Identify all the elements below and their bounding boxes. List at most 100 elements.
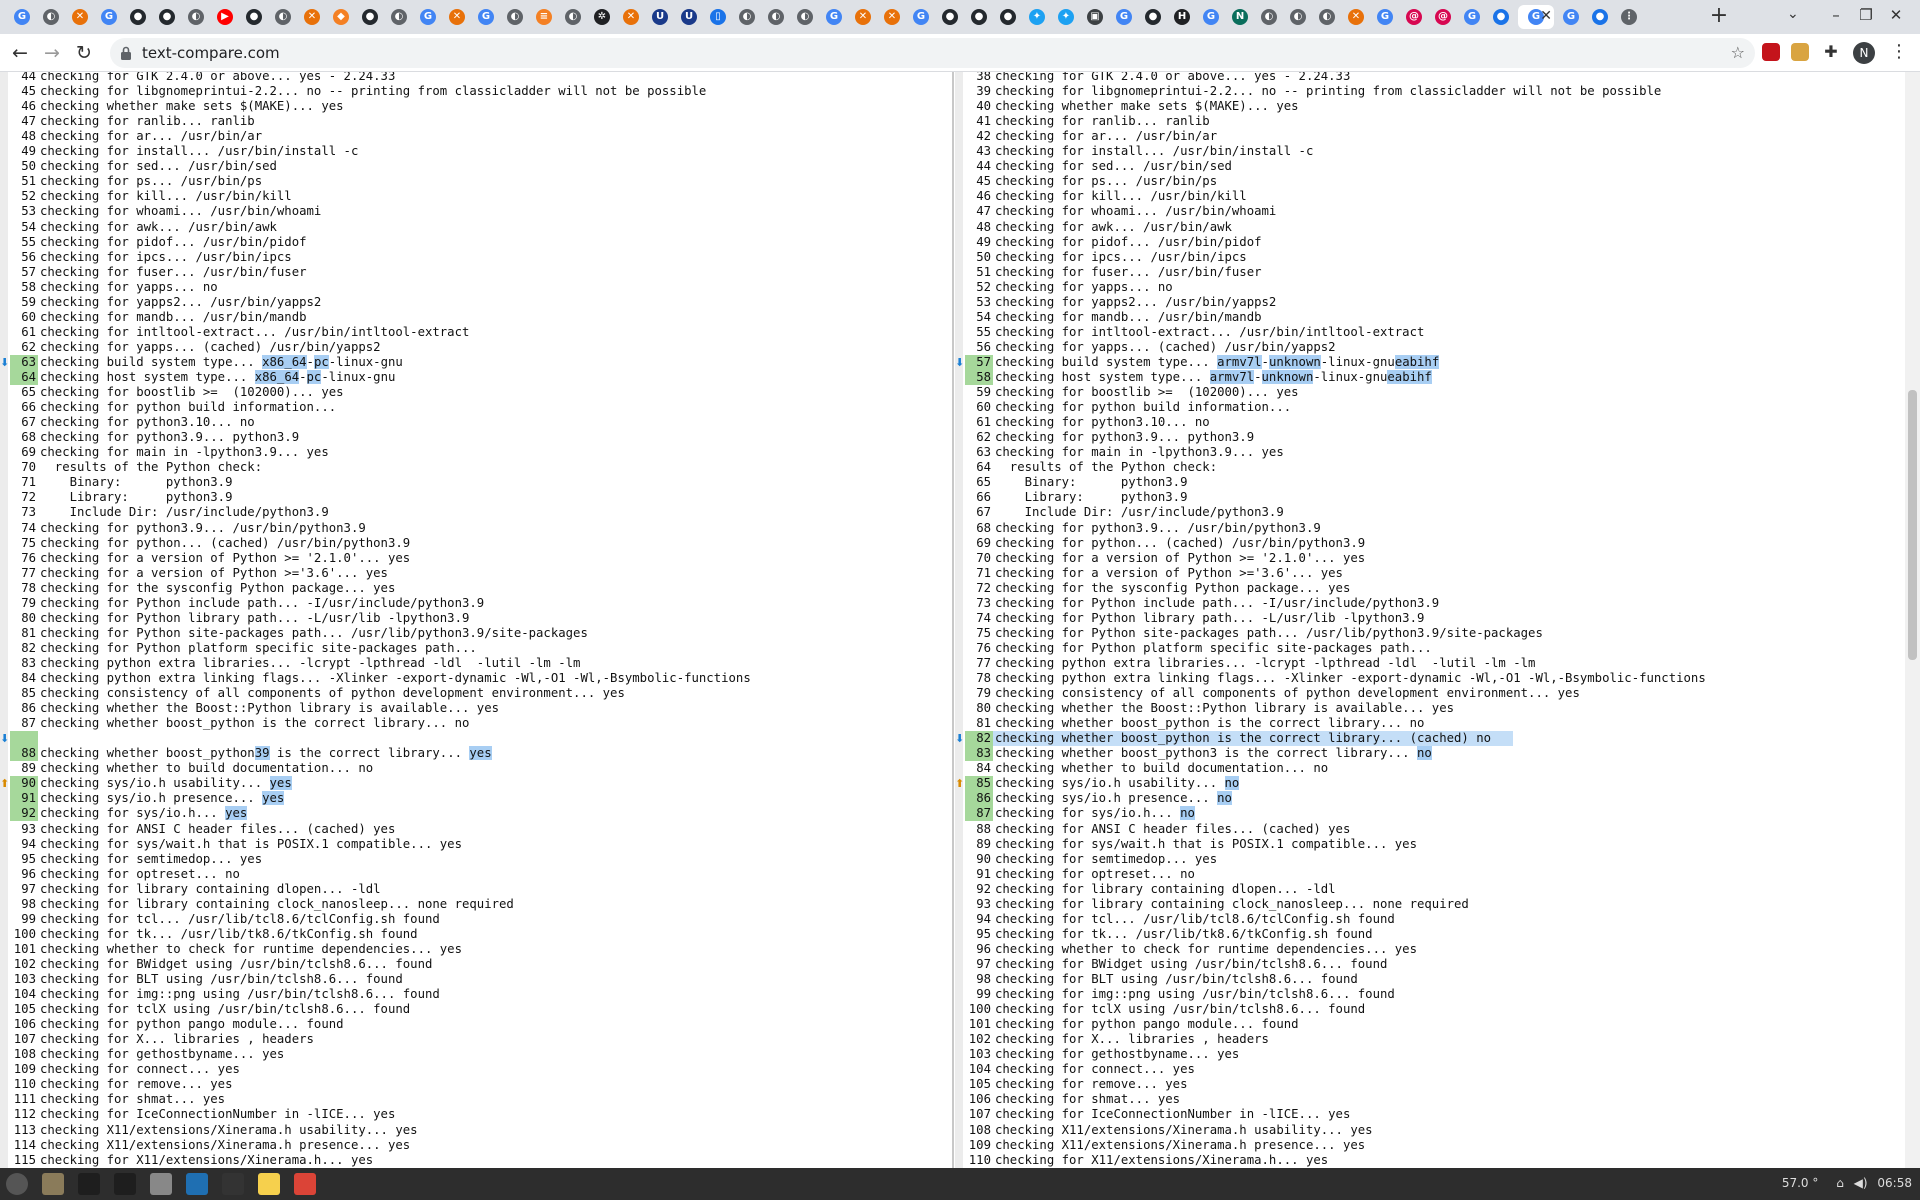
notes-icon[interactable] xyxy=(258,1173,280,1195)
tab[interactable]: ● xyxy=(1588,5,1612,29)
terminal-icon[interactable] xyxy=(78,1173,100,1195)
volume-icon[interactable]: ◀) xyxy=(1854,1176,1868,1190)
tab[interactable]: ● xyxy=(996,5,1020,29)
right-text-pane[interactable]: 38 checking for GTK 2.4.0 or above... yes… xyxy=(965,72,1905,1168)
terminal-icon[interactable] xyxy=(114,1173,136,1195)
tab[interactable]: ▶ xyxy=(213,5,237,29)
tab[interactable]: ⋮ xyxy=(1617,5,1641,29)
tab[interactable]: ◐ xyxy=(1315,5,1339,29)
tab[interactable]: ◐ xyxy=(1286,5,1310,29)
terminal-icon[interactable] xyxy=(222,1173,244,1195)
line-number: 109 xyxy=(13,1062,36,1077)
tab[interactable]: ● xyxy=(967,5,991,29)
tab[interactable]: ✕ xyxy=(300,5,324,29)
new-tab-button[interactable]: + xyxy=(1707,5,1731,29)
puzzle-icon[interactable]: ✚ xyxy=(1822,43,1840,61)
reload-icon[interactable]: ↻ xyxy=(72,41,96,65)
tab[interactable]: G xyxy=(97,5,121,29)
tab[interactable]: ▯ xyxy=(706,5,730,29)
tab[interactable]: G xyxy=(10,5,34,29)
tab[interactable]: G xyxy=(822,5,846,29)
tab[interactable]: G xyxy=(474,5,498,29)
tab[interactable]: ✕ xyxy=(445,5,469,29)
previous-change-arrow-icon[interactable]: ⬆ xyxy=(955,778,964,790)
menu-icon[interactable]: ⋮ xyxy=(1890,41,1908,62)
line-text: checking for python3.9... python3.9 xyxy=(995,430,1255,445)
tab[interactable]: ✦ xyxy=(1025,5,1049,29)
tab[interactable]: G xyxy=(1559,5,1583,29)
tab[interactable]: U xyxy=(677,5,701,29)
tab[interactable]: ✕ xyxy=(68,5,92,29)
restore-icon[interactable]: ❐ xyxy=(1856,6,1876,24)
clock[interactable]: 06:58 xyxy=(1877,1176,1912,1190)
address-bar[interactable]: text-compare.com ☆ xyxy=(110,38,1755,68)
tab[interactable]: ● xyxy=(1489,5,1513,29)
diff-highlight: 39 xyxy=(254,746,270,761)
lock-icon[interactable] xyxy=(120,46,132,60)
tab[interactable]: ● xyxy=(938,5,962,29)
next-change-arrow-icon[interactable]: ⬇ xyxy=(0,733,9,745)
tab[interactable]: ◐ xyxy=(764,5,788,29)
extension-icon[interactable] xyxy=(1762,43,1780,61)
tab[interactable]: @ xyxy=(1431,5,1455,29)
tab[interactable]: G xyxy=(1112,5,1136,29)
tab[interactable]: ✕ xyxy=(1344,5,1368,29)
bookmark-star-icon[interactable]: ☆ xyxy=(1731,43,1745,62)
tab[interactable]: ◐ xyxy=(1257,5,1281,29)
tab[interactable]: ◐ xyxy=(184,5,208,29)
tab-search-icon[interactable]: ⌄ xyxy=(1787,6,1799,22)
tab[interactable]: G xyxy=(416,5,440,29)
next-change-arrow-icon[interactable]: ⬇ xyxy=(955,356,964,369)
previous-change-arrow-icon[interactable]: ⬆ xyxy=(0,778,9,790)
calculator-icon[interactable] xyxy=(150,1173,172,1195)
tab[interactable]: ≡ xyxy=(532,5,556,29)
tab[interactable]: ◐ xyxy=(561,5,585,29)
tab[interactable]: ✕ xyxy=(880,5,904,29)
chrome-icon[interactable] xyxy=(294,1173,316,1195)
close-tab-icon[interactable]: ✕ xyxy=(1540,8,1552,24)
tab[interactable]: ◆ xyxy=(329,5,353,29)
forward-icon[interactable]: → xyxy=(40,41,64,65)
tab[interactable]: ◐ xyxy=(793,5,817,29)
extension-icon[interactable] xyxy=(1791,43,1809,61)
start-menu-icon[interactable] xyxy=(6,1173,28,1195)
scrollbar-thumb[interactable] xyxy=(1908,390,1917,660)
tab[interactable]: G xyxy=(1460,5,1484,29)
line-text: checking for install... /usr/bin/install… xyxy=(40,144,359,159)
vertical-scrollbar[interactable] xyxy=(1905,72,1920,1168)
avatar[interactable]: N xyxy=(1853,42,1875,64)
close-window-icon[interactable]: ✕ xyxy=(1886,6,1906,24)
tab[interactable]: G xyxy=(909,5,933,29)
tab[interactable]: ✦ xyxy=(1054,5,1078,29)
vscode-icon[interactable] xyxy=(186,1173,208,1195)
tab[interactable]: G xyxy=(1199,5,1223,29)
tab[interactable]: ◐ xyxy=(387,5,411,29)
tab[interactable]: ◐ xyxy=(503,5,527,29)
back-icon[interactable]: ← xyxy=(8,41,32,65)
next-change-arrow-icon[interactable]: ⬇ xyxy=(955,733,964,745)
tab[interactable]: ● xyxy=(242,5,266,29)
left-text-pane[interactable]: 44 checking for GTK 2.4.0 or above... yes… xyxy=(10,72,952,1168)
tab[interactable]: ✲ xyxy=(590,5,614,29)
tab[interactable]: ◐ xyxy=(271,5,295,29)
network-icon[interactable]: ⌂ xyxy=(1836,1176,1844,1190)
tab[interactable]: G xyxy=(1373,5,1397,29)
tab-active[interactable]: G ✕ xyxy=(1518,5,1554,29)
tab[interactable]: ◐ xyxy=(735,5,759,29)
tab[interactable]: ● xyxy=(1141,5,1165,29)
tab[interactable]: @ xyxy=(1402,5,1426,29)
tab[interactable]: ● xyxy=(155,5,179,29)
tab[interactable]: H xyxy=(1170,5,1194,29)
tab[interactable]: ● xyxy=(126,5,150,29)
next-change-arrow-icon[interactable]: ⬇ xyxy=(0,356,9,369)
tab[interactable]: ◐ xyxy=(39,5,63,29)
tab[interactable]: N xyxy=(1228,5,1252,29)
tab[interactable]: ✕ xyxy=(619,5,643,29)
minimize-icon[interactable]: – xyxy=(1826,6,1846,24)
files-icon[interactable] xyxy=(42,1173,64,1195)
tab[interactable]: U xyxy=(648,5,672,29)
tab[interactable]: ▣ xyxy=(1083,5,1107,29)
diff-line: 59 checking for boostlib >= (102000)... y… xyxy=(965,385,1905,400)
tab[interactable]: ✕ xyxy=(851,5,875,29)
tab[interactable]: ● xyxy=(358,5,382,29)
